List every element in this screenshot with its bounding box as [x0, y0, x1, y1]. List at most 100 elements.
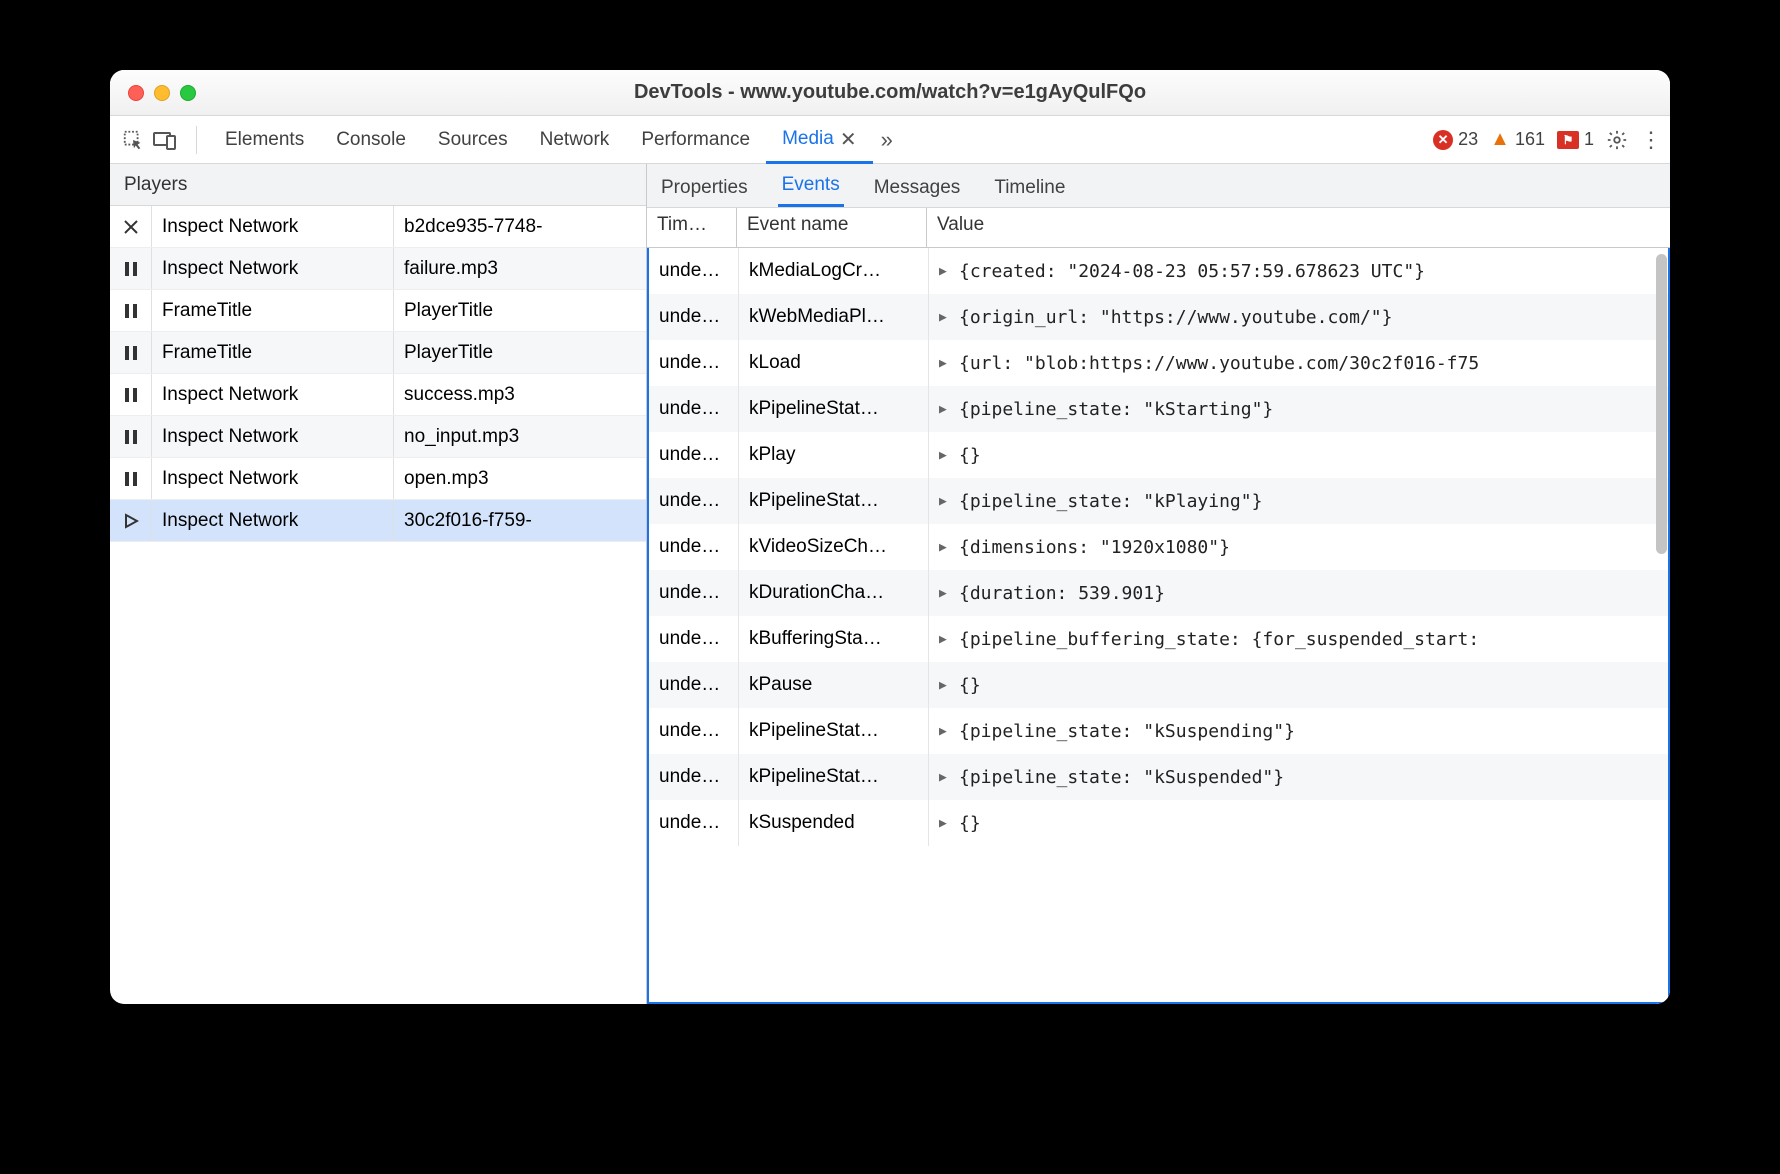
- col-timestamp[interactable]: Tim…: [647, 208, 737, 247]
- players-heading: Players: [110, 164, 646, 206]
- issue-count[interactable]: ⚑ 1: [1557, 129, 1594, 150]
- warning-count[interactable]: ▲ 161: [1490, 128, 1545, 151]
- pause-icon: [110, 248, 152, 289]
- expand-icon[interactable]: ▶: [939, 402, 947, 417]
- window-title: DevTools - www.youtube.com/watch?v=e1gAy…: [110, 81, 1670, 104]
- player-row[interactable]: Inspect Networkb2dce935-7748-: [110, 206, 646, 248]
- event-name: kPipelineStat…: [739, 754, 929, 800]
- warning-count-value: 161: [1515, 129, 1545, 150]
- player-row[interactable]: Inspect Networksuccess.mp3: [110, 374, 646, 416]
- error-count-value: 23: [1458, 129, 1478, 150]
- event-row[interactable]: unde…kWebMediaPl…▶{origin_url: "https://…: [649, 294, 1668, 340]
- expand-icon[interactable]: ▶: [939, 494, 947, 509]
- expand-icon[interactable]: ▶: [939, 816, 947, 831]
- player-row[interactable]: Inspect Networkopen.mp3: [110, 458, 646, 500]
- event-row[interactable]: unde…kBufferingSta…▶{pipeline_buffering_…: [649, 616, 1668, 662]
- error-count[interactable]: ✕ 23: [1433, 129, 1478, 150]
- event-value: ▶{created: "2024-08-23 05:57:59.678623 U…: [929, 248, 1668, 294]
- event-value: ▶{}: [929, 432, 1668, 478]
- player-title: 30c2f016-f759-: [394, 500, 646, 541]
- close-tab-icon[interactable]: ✕: [840, 127, 857, 152]
- event-name: kMediaLogCr…: [739, 248, 929, 294]
- event-timestamp: unde…: [649, 478, 739, 524]
- expand-icon[interactable]: ▶: [939, 678, 947, 693]
- tab-network[interactable]: Network: [524, 116, 626, 163]
- event-timestamp: unde…: [649, 570, 739, 616]
- event-name: kPipelineStat…: [739, 386, 929, 432]
- event-row[interactable]: unde…kPipelineStat…▶{pipeline_state: "kS…: [649, 708, 1668, 754]
- inspect-element-icon[interactable]: [120, 127, 146, 153]
- event-row[interactable]: unde…kVideoSizeCh…▶{dimensions: "1920x10…: [649, 524, 1668, 570]
- col-value[interactable]: Value: [927, 208, 1670, 247]
- event-value: ▶{dimensions: "1920x1080"}: [929, 524, 1668, 570]
- main-content: Players Inspect Networkb2dce935-7748-Ins…: [110, 164, 1670, 1004]
- expand-icon[interactable]: ▶: [939, 632, 947, 647]
- player-frame: FrameTitle: [152, 332, 394, 373]
- player-frame: Inspect Network: [152, 416, 394, 457]
- event-row[interactable]: unde…kDurationCha…▶{duration: 539.901}: [649, 570, 1668, 616]
- event-timestamp: unde…: [649, 432, 739, 478]
- tab-media[interactable]: Media✕: [766, 117, 873, 164]
- more-options-icon[interactable]: ⋮: [1640, 127, 1660, 153]
- event-name: kLoad: [739, 340, 929, 386]
- event-name: kPipelineStat…: [739, 708, 929, 754]
- expand-icon[interactable]: ▶: [939, 310, 947, 325]
- expand-icon[interactable]: ▶: [939, 724, 947, 739]
- play-icon: [110, 500, 152, 541]
- device-toolbar-icon[interactable]: [152, 127, 178, 153]
- expand-icon[interactable]: ▶: [939, 356, 947, 371]
- player-row[interactable]: FrameTitlePlayerTitle: [110, 290, 646, 332]
- player-row[interactable]: FrameTitlePlayerTitle: [110, 332, 646, 374]
- event-timestamp: unde…: [649, 616, 739, 662]
- event-row[interactable]: unde…kPipelineStat…▶{pipeline_state: "kS…: [649, 386, 1668, 432]
- subtab-properties[interactable]: Properties: [657, 177, 752, 207]
- expand-icon[interactable]: ▶: [939, 540, 947, 555]
- player-title: failure.mp3: [394, 248, 646, 289]
- pause-icon: [110, 458, 152, 499]
- expand-icon[interactable]: ▶: [939, 770, 947, 785]
- detail-subtabs: Properties Events Messages Timeline: [647, 164, 1670, 208]
- event-row[interactable]: unde…kPlay▶{}: [649, 432, 1668, 478]
- flag-icon: ⚑: [1557, 131, 1579, 149]
- player-frame: Inspect Network: [152, 500, 394, 541]
- details-pane: Properties Events Messages Timeline Tim… Ev…: [647, 164, 1670, 1004]
- event-timestamp: unde…: [649, 524, 739, 570]
- player-frame: Inspect Network: [152, 374, 394, 415]
- subtab-events[interactable]: Events: [778, 174, 844, 207]
- event-row[interactable]: unde…kSuspended▶{}: [649, 800, 1668, 846]
- error-icon: ✕: [1433, 130, 1453, 150]
- expand-icon[interactable]: ▶: [939, 448, 947, 463]
- tab-performance[interactable]: Performance: [625, 116, 766, 163]
- event-row[interactable]: unde…kLoad▶{url: "blob:https://www.youtu…: [649, 340, 1668, 386]
- expand-icon[interactable]: ▶: [939, 264, 947, 279]
- event-name: kPipelineStat…: [739, 478, 929, 524]
- tab-sources[interactable]: Sources: [422, 116, 524, 163]
- subtab-messages[interactable]: Messages: [870, 177, 965, 207]
- player-title: PlayerTitle: [394, 332, 646, 373]
- expand-icon[interactable]: ▶: [939, 586, 947, 601]
- player-row[interactable]: Inspect Network30c2f016-f759-: [110, 500, 646, 542]
- toolbar-separator: [196, 126, 197, 154]
- player-frame: Inspect Network: [152, 248, 394, 289]
- event-row[interactable]: unde…kPause▶{}: [649, 662, 1668, 708]
- scrollbar-thumb[interactable]: [1656, 254, 1667, 554]
- tab-console[interactable]: Console: [320, 116, 422, 163]
- event-value: ▶{pipeline_buffering_state: {for_suspend…: [929, 616, 1668, 662]
- event-row[interactable]: unde…kPipelineStat…▶{pipeline_state: "kP…: [649, 478, 1668, 524]
- tab-elements[interactable]: Elements: [209, 116, 320, 163]
- col-event-name[interactable]: Event name: [737, 208, 927, 247]
- player-row[interactable]: Inspect Networkno_input.mp3: [110, 416, 646, 458]
- more-tabs-icon[interactable]: »: [873, 127, 901, 153]
- event-row[interactable]: unde…kPipelineStat…▶{pipeline_state: "kS…: [649, 754, 1668, 800]
- settings-icon[interactable]: [1606, 129, 1628, 151]
- subtab-timeline[interactable]: Timeline: [990, 177, 1069, 207]
- event-name: kPause: [739, 662, 929, 708]
- player-title: success.mp3: [394, 374, 646, 415]
- event-row[interactable]: unde…kMediaLogCr…▶{created: "2024-08-23 …: [649, 248, 1668, 294]
- titlebar: DevTools - www.youtube.com/watch?v=e1gAy…: [110, 70, 1670, 116]
- player-title: PlayerTitle: [394, 290, 646, 331]
- warning-icon: ▲: [1490, 128, 1510, 151]
- devtools-window: DevTools - www.youtube.com/watch?v=e1gAy…: [110, 70, 1670, 1004]
- player-row[interactable]: Inspect Networkfailure.mp3: [110, 248, 646, 290]
- event-value: ▶{pipeline_state: "kSuspended"}: [929, 754, 1668, 800]
